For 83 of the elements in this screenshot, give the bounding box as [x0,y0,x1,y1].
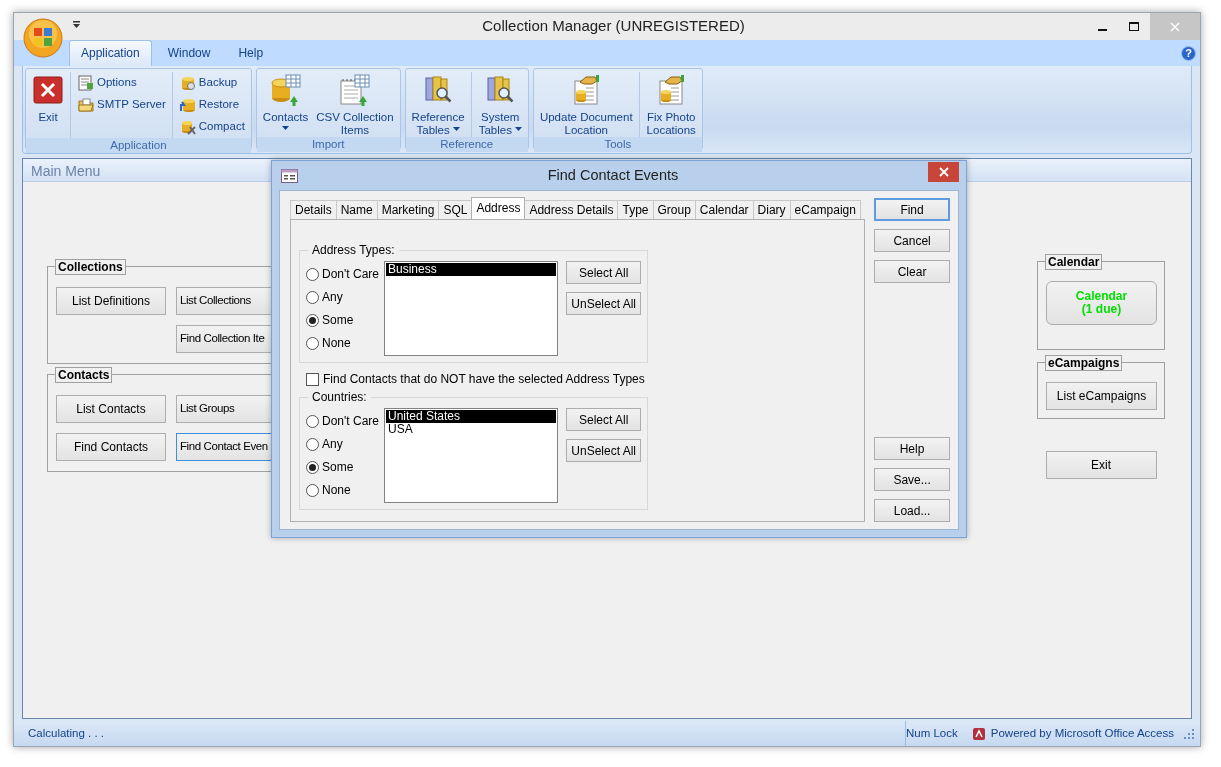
dialog-button[interactable]: Clear [874,260,950,283]
ribbon-tab[interactable]: Help [226,40,276,66]
ribbon-tab[interactable]: Window [155,40,223,66]
dialog-title: Find Contact Events [546,165,680,185]
database-table-icon [269,74,302,106]
close-icon [1170,21,1180,32]
select-button[interactable]: UnSelect All [566,292,641,315]
ribbon-button[interactable]: System Tables [476,72,524,137]
form-icon [281,168,298,183]
menu-button[interactable]: List Definitions [56,287,166,315]
ribbon-button[interactable]: Restore [177,94,247,116]
list-box[interactable]: United States USA [384,408,559,503]
quick-access-caret-icon[interactable] [73,20,81,29]
help-icon[interactable]: ? [1181,46,1196,61]
checkbox-option[interactable]: Find Contacts that do NOT have the selected Address Types [306,370,865,388]
folder-icon [78,97,94,113]
close-icon [32,74,64,106]
close-button[interactable] [928,161,959,182]
ribbon-button[interactable]: Backup [177,72,247,94]
dialog-tab[interactable]: eCampaign [789,200,861,219]
ribbon-button[interactable]: SMTP Server [76,94,168,116]
radio-option[interactable]: Some [306,312,376,328]
status-message: Calculating . . . [28,725,105,741]
dialog-tab[interactable]: Type [617,200,654,219]
radio-option[interactable]: Any [306,289,376,305]
ribbon-button[interactable]: CSV Collection Items [314,72,396,137]
form-icon [78,75,94,91]
select-button[interactable]: Select All [566,408,641,431]
num-lock-indicator: Num Lock [906,725,958,741]
menu-button[interactable]: List Contacts [56,395,166,423]
dialog-tab[interactable]: Group [652,200,696,219]
group-label: Calendar [1045,254,1103,270]
dialog-tab[interactable]: Diary [752,200,791,219]
radio-option[interactable]: Any [306,436,376,452]
tools-icon [179,119,196,135]
dialog-tab[interactable]: Address [471,197,526,219]
ribbon-button[interactable]: Options [76,72,168,94]
exit-button[interactable]: Exit [1045,451,1157,479]
access-icon [971,726,986,741]
group-label: Contacts [55,367,113,383]
ribbon-button[interactable]: Update Document Location [537,72,635,137]
list-item[interactable]: USA [386,423,557,436]
minimize-icon [1097,29,1107,31]
notepad-table-icon [338,74,371,106]
ribbon-tab[interactable]: Application [69,40,152,66]
menu-button[interactable]: Find Contacts [56,433,166,461]
powered-by-text: Powered by Microsoft Office Access [990,725,1174,741]
window-title: Collection Manager (UNREGISTERED) [481,16,746,37]
select-button[interactable]: UnSelect All [566,439,641,462]
list-item[interactable]: Business [386,263,557,276]
group-label: eCampaigns [1045,355,1123,371]
database-icon [179,75,196,91]
radio-option[interactable]: None [306,335,376,351]
list-box[interactable]: Business [384,261,559,356]
dialog-button[interactable]: Save... [874,468,950,491]
dialog-button[interactable]: Find [874,198,950,221]
dialog-tab[interactable]: Details [290,200,337,219]
radio-option[interactable]: None [306,482,376,498]
ribbon-button[interactable]: Exit [30,72,66,124]
ribbon-button[interactable]: Reference Tables [409,72,467,137]
resize-grip-icon[interactable] [1182,726,1196,741]
ribbon-group-label: Tools [533,137,702,152]
dialog-button[interactable]: Load... [874,499,950,522]
ribbon-button[interactable]: Compact [177,116,247,138]
close-icon [938,166,949,177]
fieldset-label: Address Types: [308,243,399,257]
group-label: Collections [55,259,126,275]
list-item[interactable]: United States [386,410,557,423]
ribbon-group-label: Reference [405,137,528,152]
dialog-button[interactable]: Cancel [874,229,950,252]
fieldset-label: Countries: [308,390,371,404]
dialog-button[interactable]: Help [874,437,950,460]
dialog-tab[interactable]: SQL [438,200,473,219]
maximize-icon [1128,21,1140,32]
ribbon-group-label: Application [26,138,251,153]
select-button[interactable]: Select All [566,261,641,284]
ribbon-button[interactable]: Fix Photo Locations [644,72,698,137]
ribbon-group-label: Import [256,137,400,152]
database-icon [179,97,196,113]
menu-button[interactable]: List eCampaigns [1046,382,1157,410]
ribbon-button[interactable]: Contacts [260,72,311,131]
dialog-tab[interactable]: Marketing [376,200,440,219]
radio-option[interactable]: Some [306,459,376,475]
